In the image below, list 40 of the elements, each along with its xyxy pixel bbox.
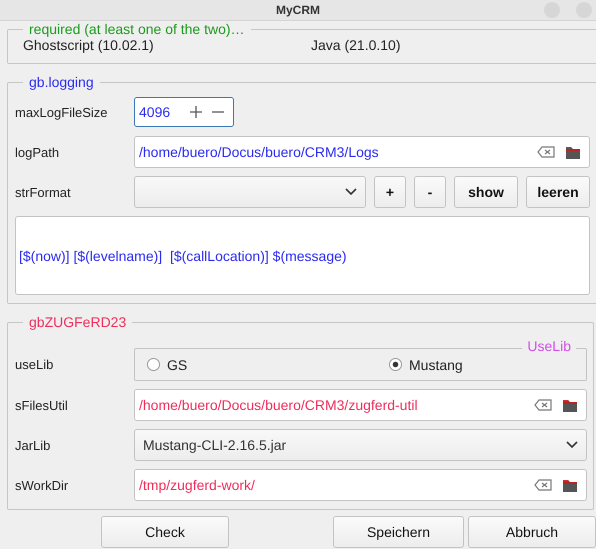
option-label: GS [167, 356, 188, 372]
group-title: UseLib [522, 338, 576, 354]
button[interactable]: Abbruch [468, 516, 596, 548]
group-title: required (at least one of the two)… [28, 21, 246, 37]
folder-icon[interactable] [562, 397, 578, 413]
field-label: JarLib [15, 438, 52, 452]
version-label: Java (21.0.10) [310, 37, 402, 53]
field-label: useLib [15, 357, 54, 372]
field-label: strFormat [15, 184, 72, 200]
plus-icon[interactable] [189, 105, 203, 119]
path-field[interactable]: /home/buero/Docus/buero/CRM3/Logs [134, 136, 590, 168]
chevron-down-icon[interactable] [345, 188, 357, 196]
chevron-down-icon[interactable] [566, 441, 578, 449]
clear-icon[interactable] [534, 479, 552, 491]
button[interactable]: show [454, 176, 518, 208]
number-field[interactable]: 4096 [134, 97, 234, 127]
path-field[interactable]: /tmp/zugferd-work/ [134, 469, 587, 501]
option-label: Mustang [409, 356, 463, 372]
dropdown[interactable]: Mustang-CLI-2.16.5.jar [134, 429, 587, 461]
radio-button[interactable] [389, 358, 402, 371]
folder-icon[interactable] [565, 144, 581, 160]
field-label: logPath [15, 144, 60, 160]
window-title: MyCRM [276, 3, 320, 17]
field-label: sFilesUtil [15, 398, 69, 412]
button[interactable]: Check [101, 516, 229, 548]
folder-icon[interactable] [562, 477, 578, 493]
button[interactable]: Speichern [333, 516, 464, 548]
field-label: maxLogFileSize [15, 104, 108, 120]
text-area[interactable]: [$(now)] [$(levelname)] [$(callLocation)] $(message) [15, 216, 590, 295]
button[interactable]: + [374, 176, 406, 208]
button[interactable]: leeren [526, 176, 590, 208]
group-title: gb.logging [28, 74, 95, 90]
clear-icon[interactable] [534, 399, 552, 411]
button[interactable]: - [414, 176, 446, 208]
radio-button[interactable] [147, 358, 160, 371]
group-title: gbZUGFeRD23 [28, 314, 128, 330]
path-field[interactable]: /home/buero/Docus/buero/CRM3/zugferd-util [134, 389, 587, 421]
clear-icon[interactable] [537, 146, 555, 158]
field-label: sWorkDir [15, 478, 70, 492]
version-label: Ghostscript (10.02.1) [22, 37, 155, 53]
